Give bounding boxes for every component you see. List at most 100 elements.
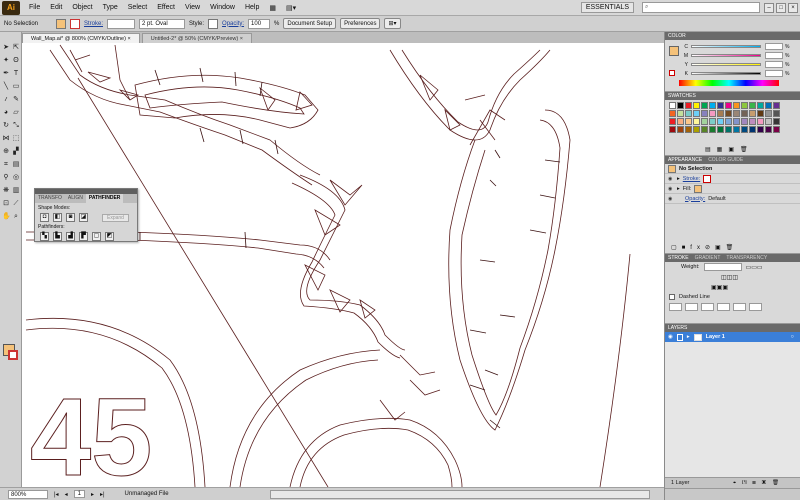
menu-edit[interactable]: Edit: [45, 4, 67, 11]
swatch[interactable]: [709, 102, 716, 109]
swatch-library-icon[interactable]: ▤: [705, 147, 717, 153]
swatch[interactable]: [725, 126, 732, 133]
fill-label[interactable]: Fill:: [683, 186, 692, 192]
swatch[interactable]: [733, 118, 740, 125]
lasso-tool-icon[interactable]: ʘ: [12, 57, 20, 65]
swatch[interactable]: [669, 102, 676, 109]
swatch[interactable]: [701, 110, 708, 117]
target-icon[interactable]: ○: [791, 334, 794, 340]
channel-slider[interactable]: [691, 45, 761, 48]
visibility-eye-icon[interactable]: ◉: [668, 176, 674, 182]
appearance-fill-row[interactable]: ◉ ▸ Fill:: [665, 184, 800, 194]
rectangle-tool-icon[interactable]: ▭: [12, 83, 20, 91]
swatch[interactable]: [677, 110, 684, 117]
swatch[interactable]: [773, 102, 780, 109]
opacity-field[interactable]: 100: [248, 18, 271, 29]
swatch[interactable]: [693, 126, 700, 133]
swatch[interactable]: [741, 126, 748, 133]
dashed-line-checkbox[interactable]: [669, 294, 675, 300]
close-button[interactable]: ×: [788, 2, 798, 13]
stroke-panel-header[interactable]: STROKE GRADIENT TRANSPARENCY: [665, 254, 800, 262]
swatch[interactable]: [725, 102, 732, 109]
layer-name[interactable]: Layer 1: [706, 334, 787, 340]
swatch[interactable]: [757, 102, 764, 109]
swatch[interactable]: [765, 110, 772, 117]
clear-appearance-icon[interactable]: ⊘: [705, 245, 715, 251]
swatch[interactable]: [757, 110, 764, 117]
menu-type[interactable]: Type: [98, 4, 123, 11]
swatch[interactable]: [725, 118, 732, 125]
gap-field[interactable]: [685, 303, 698, 311]
swatch[interactable]: [685, 126, 692, 133]
stroke-swatch[interactable]: [70, 18, 80, 29]
mesh-tool-icon[interactable]: ⌗: [2, 161, 10, 169]
swatch[interactable]: [677, 118, 684, 125]
dash-field[interactable]: [669, 303, 682, 311]
minimize-button[interactable]: –: [764, 2, 774, 13]
arrange-icon[interactable]: ⊞▾: [384, 18, 401, 29]
magic-wand-tool-icon[interactable]: ✦: [2, 57, 10, 65]
swatch[interactable]: [685, 118, 692, 125]
swatch[interactable]: [757, 118, 764, 125]
preferences-button[interactable]: Preferences: [340, 18, 381, 29]
scale-tool-icon[interactable]: ⤡: [12, 122, 20, 130]
swatch[interactable]: [677, 126, 684, 133]
tab-wall-map[interactable]: Wall_Map.ai* @ 800% (CMYK/Outline) ×: [22, 33, 140, 43]
fill-color-swatch[interactable]: [694, 184, 703, 193]
arrange-documents-icon[interactable]: ▤▾: [281, 4, 301, 12]
channel-value-field[interactable]: [765, 70, 783, 77]
gap-field[interactable]: [749, 303, 762, 311]
channel-value-field[interactable]: [765, 43, 783, 50]
locate-object-icon[interactable]: ⌖: [733, 480, 742, 486]
swatch[interactable]: [709, 110, 716, 117]
weight-field[interactable]: [703, 263, 742, 271]
visibility-eye-icon[interactable]: ◉: [668, 334, 673, 340]
new-sublayer-icon[interactable]: ⊞: [752, 480, 762, 486]
swatch[interactable]: [709, 118, 716, 125]
perspective-grid-tool-icon[interactable]: ▞: [12, 148, 20, 156]
slice-tool-icon[interactable]: ⟋: [12, 200, 20, 208]
exclude-icon[interactable]: ◪: [79, 213, 88, 222]
search-input[interactable]: ⌕: [642, 2, 760, 13]
add-fill-icon[interactable]: ■: [682, 245, 691, 251]
menu-file[interactable]: File: [24, 4, 45, 11]
cap-buttons-icon[interactable]: ▭▭▭: [746, 264, 763, 271]
crop-icon[interactable]: ▛: [79, 232, 88, 241]
swatch[interactable]: [717, 118, 724, 125]
appearance-opacity-row[interactable]: ◉ Opacity: Default: [665, 194, 800, 204]
brush-definition[interactable]: 2 pt. Oval: [139, 18, 186, 29]
delete-layer-icon[interactable]: 🗑: [772, 480, 785, 486]
swatch[interactable]: [733, 126, 740, 133]
file-status[interactable]: Unmanaged File: [125, 491, 169, 497]
swatch[interactable]: [669, 110, 676, 117]
swatch[interactable]: [701, 126, 708, 133]
visibility-eye-icon[interactable]: ◉: [668, 186, 674, 192]
artboard-tool-icon[interactable]: ⊡: [2, 200, 10, 208]
channel-value-field[interactable]: [765, 61, 783, 68]
new-layer-icon[interactable]: ▣: [762, 480, 772, 486]
pencil-tool-icon[interactable]: ✎: [12, 96, 20, 104]
swatch[interactable]: [701, 118, 708, 125]
swatch[interactable]: [757, 126, 764, 133]
blend-tool-icon[interactable]: ◎: [12, 174, 20, 182]
swatch[interactable]: [741, 110, 748, 117]
swatch[interactable]: [693, 118, 700, 125]
swatch[interactable]: [749, 118, 756, 125]
shape-builder-tool-icon[interactable]: ⊕: [2, 148, 10, 156]
horizontal-scrollbar[interactable]: [270, 489, 650, 499]
color-panel-header[interactable]: COLOR: [665, 32, 800, 40]
tab-transform[interactable]: TRANSFO: [35, 194, 65, 203]
appearance-panel-header[interactable]: APPEARANCE COLOR GUIDE: [665, 156, 800, 164]
swatches-panel-header[interactable]: SWATCHES: [665, 92, 800, 100]
tab-color-guide[interactable]: COLOR GUIDE: [708, 156, 743, 164]
swatch[interactable]: [693, 110, 700, 117]
tab-align[interactable]: ALIGN: [65, 194, 86, 203]
swatch[interactable]: [669, 118, 676, 125]
gap-field[interactable]: [717, 303, 730, 311]
hand-tool-icon[interactable]: ✋: [2, 213, 11, 221]
swatch[interactable]: [693, 102, 700, 109]
delete-item-icon[interactable]: 🗑: [726, 245, 739, 251]
swatch[interactable]: [765, 102, 772, 109]
artboard-canvas[interactable]: 45: [22, 43, 664, 487]
trim-icon[interactable]: ▙: [53, 232, 62, 241]
